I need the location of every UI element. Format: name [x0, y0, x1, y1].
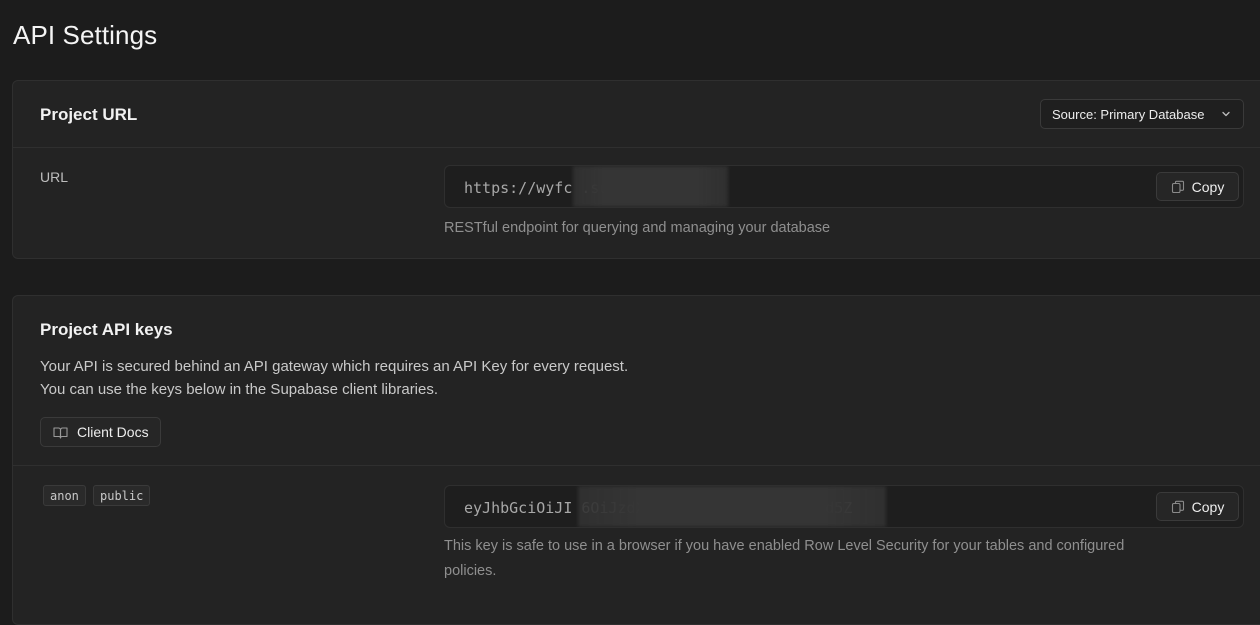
api-keys-description-line2: You can use the keys below in the Supaba…: [40, 381, 439, 398]
book-open-icon: [53, 426, 68, 439]
public-tag: public: [93, 485, 151, 506]
api-keys-panel: Project API keys Your API is secured beh…: [12, 295, 1260, 625]
copy-key-button[interactable]: Copy: [1156, 492, 1239, 521]
client-docs-button[interactable]: Client Docs: [40, 417, 161, 447]
redacted-url-mask: [573, 166, 728, 207]
anon-key-field[interactable]: eyJhbGciOiJI 6OiJzdXBhYmFzZSIsInJlZiI6In…: [444, 485, 1244, 528]
copy-icon: [1171, 500, 1184, 513]
api-keys-title: Project API keys: [40, 320, 173, 339]
url-field[interactable]: https://wyfc .supabase.co Copy: [444, 165, 1244, 208]
url-label: URL: [40, 169, 69, 185]
url-helper-text: RESTful endpoint for querying and managi…: [444, 220, 831, 236]
api-keys-description: Your API is secured behind an API gatewa…: [40, 355, 628, 401]
api-keys-divider: [13, 465, 1260, 466]
copy-icon: [1171, 180, 1184, 193]
client-docs-label: Client Docs: [77, 424, 149, 440]
source-select[interactable]: Source: Primary Database: [1040, 99, 1244, 129]
page-title: API Settings: [13, 20, 158, 50]
project-url-title: Project URL: [40, 105, 138, 124]
source-select-label: Source: Primary Database: [1052, 106, 1205, 122]
copy-key-label: Copy: [1191, 498, 1225, 515]
project-url-header: Project URL Source: Primary Database: [13, 81, 1260, 148]
chevron-down-icon: [1222, 111, 1230, 117]
copy-url-label: Copy: [1191, 178, 1225, 195]
anon-tag: anon: [43, 485, 86, 506]
key-helper-line2: policies.: [444, 563, 497, 579]
copy-url-button[interactable]: Copy: [1156, 172, 1239, 201]
project-url-panel: Project URL Source: Primary Database URL…: [12, 80, 1260, 259]
key-helper-line1: This key is safe to use in a browser if …: [444, 538, 1125, 554]
api-keys-description-line1: Your API is secured behind an API gatewa…: [40, 358, 629, 375]
key-helper-text: This key is safe to use in a browser if …: [444, 534, 1124, 584]
redacted-key-mask: [578, 486, 886, 527]
